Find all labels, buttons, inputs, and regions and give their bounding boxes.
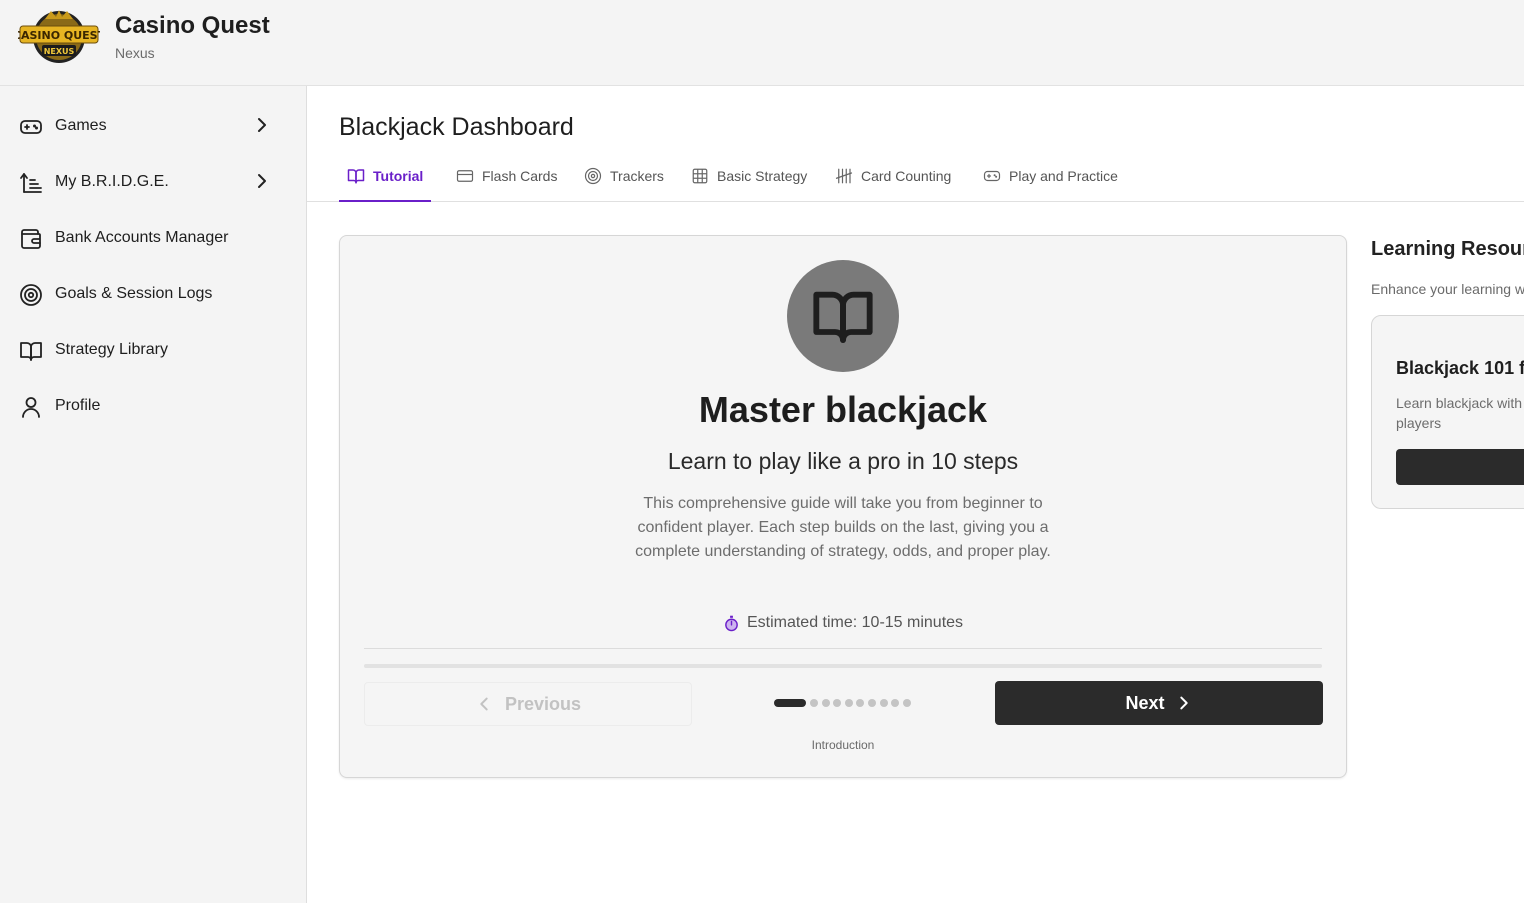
tab-label: Trackers <box>610 167 664 184</box>
resource-card-title: Blackjack 101 f <box>1396 358 1524 378</box>
chevron-right-icon <box>258 174 266 188</box>
progress-bar <box>364 664 1322 668</box>
previous-label: Previous <box>504 693 582 714</box>
resources-subtitle: Enhance your learning wi <box>1371 281 1524 297</box>
svg-text:CASINO QUEST: CASINO QUEST <box>18 29 100 42</box>
tab-label: Tutorial <box>373 167 424 184</box>
estimated-time: Estimated time: 10-15 minutes <box>340 614 1346 632</box>
gamepad-icon <box>983 170 1001 181</box>
grid-icon <box>692 168 708 183</box>
bridge-icon <box>20 173 42 193</box>
sidebar-item-goals[interactable]: Goals & Session Logs <box>0 272 306 316</box>
step-dot[interactable] <box>891 699 900 707</box>
tutorial-card: Master blackjack Learn to play like a pr… <box>339 235 1347 778</box>
resource-card[interactable]: Blackjack 101 f Learn blackjack with pla… <box>1371 315 1524 509</box>
sidebar-item-label: Games <box>55 117 107 134</box>
tutorial-description: This comprehensive guide will take you f… <box>635 495 1051 560</box>
sidebar-item-profile[interactable]: Profile <box>0 384 306 428</box>
chevron-right-icon <box>1179 696 1188 710</box>
target-icon <box>584 167 602 184</box>
casino-quest-logo[interactable]: CASINO QUEST NEXUS <box>18 7 100 65</box>
step-dot[interactable] <box>774 699 806 707</box>
chevron-left-icon <box>480 697 488 711</box>
step-dot[interactable] <box>879 699 888 707</box>
tab-label: Flash Cards <box>482 167 558 184</box>
user-icon <box>22 397 40 418</box>
sidebar: Games My B.R.I.D.G.E. Bank Accounts Mana… <box>0 86 307 903</box>
step-dot[interactable] <box>833 699 842 707</box>
tab-card-counting[interactable]: Card Counting <box>835 150 951 201</box>
chevron-right-icon <box>258 118 266 132</box>
tab-flash-cards[interactable]: Flash Cards <box>456 150 557 201</box>
sidebar-item-bank-accounts[interactable]: Bank Accounts Manager <box>0 216 306 260</box>
sidebar-item-label: My B.R.I.D.G.E. <box>55 173 169 190</box>
app-title: Casino Quest <box>115 12 270 39</box>
estimated-time-text: Estimated time: 10-15 minutes <box>746 614 964 631</box>
sidebar-item-label: Strategy Library <box>55 341 168 358</box>
divider <box>364 648 1322 649</box>
tab-tutorial[interactable]: Tutorial <box>339 150 432 202</box>
tab-label: Card Counting <box>861 167 952 184</box>
wallet-icon <box>21 229 41 249</box>
book-icon <box>20 342 42 361</box>
resource-card-description: Learn blackjack with players <box>1396 395 1523 431</box>
tab-label: Play and Practice <box>1009 167 1118 184</box>
app-subtitle: Nexus <box>115 45 155 61</box>
gamepad-icon <box>20 120 42 134</box>
sidebar-item-bridge[interactable]: My B.R.I.D.G.E. <box>0 160 306 204</box>
tab-bar: Tutorial Flash Cards Trackers Basic Stra… <box>307 150 1524 202</box>
book-icon <box>347 168 365 183</box>
next-label: Next <box>1125 692 1165 713</box>
book-icon <box>813 291 873 343</box>
tab-label: Basic Strategy <box>717 167 808 184</box>
sidebar-item-label: Profile <box>55 397 101 414</box>
resources-title: Learning Resour <box>1371 238 1524 260</box>
sidebar-item-games[interactable]: Games <box>0 104 306 148</box>
top-header: CASINO QUEST NEXUS Casino Quest Nexus <box>0 0 1524 86</box>
target-icon <box>20 284 42 306</box>
step-indicator <box>774 699 914 707</box>
page-title: Blackjack Dashboard <box>339 113 574 141</box>
previous-button[interactable]: Previous <box>364 682 692 726</box>
step-dot[interactable] <box>856 699 865 707</box>
step-dot[interactable] <box>821 699 830 707</box>
tab-play-and-practice[interactable]: Play and Practice <box>983 150 1118 201</box>
step-dot[interactable] <box>844 699 853 707</box>
sidebar-item-label: Goals & Session Logs <box>55 285 213 302</box>
tally-icon <box>835 168 853 183</box>
sidebar-item-strategy-library[interactable]: Strategy Library <box>0 328 306 372</box>
svg-text:NEXUS: NEXUS <box>44 47 75 56</box>
tutorial-title: Master blackjack <box>698 389 988 430</box>
tab-basic-strategy[interactable]: Basic Strategy <box>691 150 807 201</box>
tab-trackers[interactable]: Trackers <box>584 150 664 201</box>
hero-icon-circle <box>787 260 899 372</box>
step-label: Introduction <box>811 738 875 752</box>
step-dot[interactable] <box>810 699 818 707</box>
sidebar-item-label: Bank Accounts Manager <box>55 229 229 246</box>
stopwatch-icon <box>725 615 738 631</box>
card-icon <box>456 169 474 182</box>
step-dot[interactable] <box>867 699 876 707</box>
resource-card-button[interactable] <box>1396 449 1524 485</box>
step-dot[interactable] <box>902 699 911 707</box>
next-button[interactable]: Next <box>995 681 1323 725</box>
tutorial-subtitle: Learn to play like a pro in 10 steps <box>667 448 1019 474</box>
